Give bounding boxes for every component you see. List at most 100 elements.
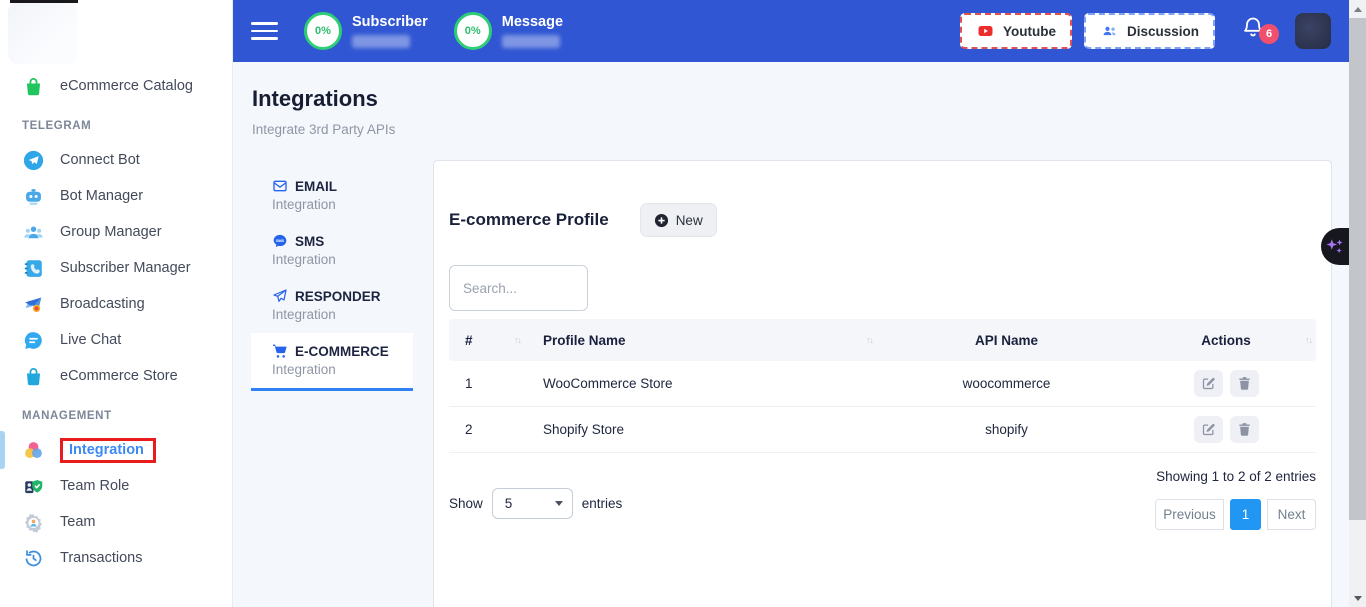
trash-icon xyxy=(1237,376,1252,391)
row-number: 2 xyxy=(449,422,527,437)
show-label: Show xyxy=(449,496,483,511)
sidebar-item-subscriber-manager[interactable]: Subscriber Manager xyxy=(0,250,232,286)
sparkles-icon xyxy=(1324,236,1346,258)
column-header-profile-name[interactable]: Profile Name ↑↓ xyxy=(527,333,879,348)
tab-responder-integration[interactable]: RESPONDER Integration xyxy=(251,278,413,333)
new-profile-button[interactable]: New xyxy=(640,203,717,237)
sort-icon[interactable]: ↑↓ xyxy=(866,335,873,345)
table-header-row: # ↑↓ Profile Name ↑↓ API Name Actions ↑↓ xyxy=(449,319,1316,361)
sidebar-item-label: Team Role xyxy=(60,478,129,494)
youtube-icon xyxy=(976,23,995,39)
actions-cell xyxy=(1134,370,1318,397)
discussion-button[interactable]: Discussion xyxy=(1084,13,1215,49)
delete-button[interactable] xyxy=(1230,370,1259,397)
showing-entries-text: Showing 1 to 2 of 2 entries xyxy=(1156,469,1316,484)
sidebar-item-team[interactable]: Team xyxy=(0,504,232,540)
tab-ecommerce-integration[interactable]: E-COMMERCE Integration xyxy=(251,333,413,391)
sidebar-item-label: eCommerce Catalog xyxy=(60,78,193,94)
paper-plane-icon xyxy=(22,149,44,171)
tab-title: SMS xyxy=(295,234,324,249)
subscriber-stat-redacted-value xyxy=(352,35,410,48)
edit-pencil-icon xyxy=(1201,376,1216,391)
sort-icon[interactable]: ↑↓ xyxy=(514,335,521,345)
scrollbar-thumb[interactable] xyxy=(1349,18,1366,520)
sidebar-item-bot-manager[interactable]: Bot Manager xyxy=(0,178,232,214)
delete-button[interactable] xyxy=(1230,416,1259,443)
page-title: Integrations xyxy=(252,86,378,112)
profile-name-cell: Shopify Store xyxy=(527,422,879,437)
sidebar-item-group-manager[interactable]: Group Manager xyxy=(0,214,232,250)
app-screen: eCommerce Catalog TELEGRAM Connect Bot B… xyxy=(0,0,1366,607)
tab-title: EMAIL xyxy=(295,179,337,194)
subscriber-progress-ring: 0% xyxy=(304,12,342,50)
table-row: 2 Shopify Store shopify xyxy=(449,407,1316,453)
sidebar-section-telegram: TELEGRAM xyxy=(0,110,232,142)
sidebar-item-broadcasting[interactable]: Broadcasting xyxy=(0,286,232,322)
tab-email-integration[interactable]: EMAIL Integration xyxy=(251,168,413,223)
next-page-button[interactable]: Next xyxy=(1267,499,1316,530)
discussion-users-icon xyxy=(1100,23,1119,39)
user-avatar[interactable] xyxy=(1295,13,1331,49)
tab-subtitle: Integration xyxy=(272,197,413,212)
ecommerce-profile-panel: E-commerce Profile New # ↑↓ Profile Name… xyxy=(433,160,1332,607)
vertical-scrollbar[interactable] xyxy=(1349,0,1366,607)
api-name-cell: shopify xyxy=(879,422,1134,437)
users-group-icon xyxy=(22,221,44,243)
active-indicator-bar xyxy=(0,431,5,469)
sidebar: eCommerce Catalog TELEGRAM Connect Bot B… xyxy=(0,0,233,607)
contact-book-icon xyxy=(22,257,44,279)
entries-label: entries xyxy=(582,496,623,511)
sidebar-item-connect-bot[interactable]: Connect Bot xyxy=(0,142,232,178)
sidebar-item-team-role[interactable]: Team Role xyxy=(0,468,232,504)
profile-name-cell: WooCommerce Store xyxy=(527,376,879,391)
svg-text:SMS: SMS xyxy=(276,239,285,243)
column-header-actions[interactable]: Actions ↑↓ xyxy=(1134,333,1318,348)
sort-icon[interactable]: ↑↓ xyxy=(1305,335,1312,345)
sidebar-item-ecommerce-catalog[interactable]: eCommerce Catalog xyxy=(0,68,232,104)
sidebar-item-label: Transactions xyxy=(60,550,142,566)
trash-icon xyxy=(1237,422,1252,437)
sidebar-item-live-chat[interactable]: Live Chat xyxy=(0,322,232,358)
app-logo xyxy=(8,2,78,64)
hamburger-menu-icon[interactable] xyxy=(251,22,278,40)
sidebar-item-label: Connect Bot xyxy=(60,152,140,168)
sidebar-item-label: Live Chat xyxy=(60,332,121,348)
logo-top-bar xyxy=(10,0,78,3)
previous-page-button[interactable]: Previous xyxy=(1155,499,1224,530)
sidebar-item-label: eCommerce Store xyxy=(60,368,178,384)
youtube-button[interactable]: Youtube xyxy=(960,13,1072,49)
history-clock-icon xyxy=(22,547,44,569)
tab-subtitle: Integration xyxy=(272,252,413,267)
subscriber-stat: 0% Subscriber xyxy=(304,12,428,50)
sidebar-item-label: Team xyxy=(60,514,95,530)
store-bag-icon xyxy=(22,365,44,387)
chat-bubble-icon xyxy=(22,329,44,351)
new-button-label: New xyxy=(676,213,703,228)
scroll-down-arrow[interactable] xyxy=(1354,596,1362,601)
column-header-num[interactable]: # ↑↓ xyxy=(449,333,527,348)
sidebar-item-label: Subscriber Manager xyxy=(60,260,191,276)
robot-icon xyxy=(22,185,44,207)
main-content: Integrations Integrate 3rd Party APIs EM… xyxy=(233,62,1349,607)
pagination: Previous 1 Next xyxy=(1155,499,1316,530)
page-subtitle: Integrate 3rd Party APIs xyxy=(252,122,395,137)
search-input[interactable] xyxy=(449,265,588,311)
shopping-bag-icon xyxy=(22,75,44,97)
page-size-select[interactable]: 5 xyxy=(492,488,573,519)
tab-sms-integration[interactable]: SMS SMS Integration xyxy=(251,223,413,278)
sidebar-item-transactions[interactable]: Transactions xyxy=(0,540,232,576)
page-number-button[interactable]: 1 xyxy=(1230,499,1261,530)
row-number: 1 xyxy=(449,376,527,391)
column-header-api-name[interactable]: API Name xyxy=(879,333,1134,348)
sidebar-item-ecommerce-store[interactable]: eCommerce Store xyxy=(0,358,232,394)
sidebar-nav: eCommerce Catalog TELEGRAM Connect Bot B… xyxy=(0,68,232,576)
edit-button[interactable] xyxy=(1194,416,1223,443)
tab-subtitle: Integration xyxy=(272,307,413,322)
role-shield-icon xyxy=(22,475,44,497)
cart-icon xyxy=(272,343,288,359)
notifications-button[interactable]: 6 xyxy=(1241,14,1271,48)
edit-button[interactable] xyxy=(1194,370,1223,397)
sidebar-item-integration[interactable]: Integration xyxy=(0,432,232,468)
scroll-up-arrow[interactable] xyxy=(1354,7,1362,12)
message-stat-redacted-value xyxy=(502,35,560,48)
